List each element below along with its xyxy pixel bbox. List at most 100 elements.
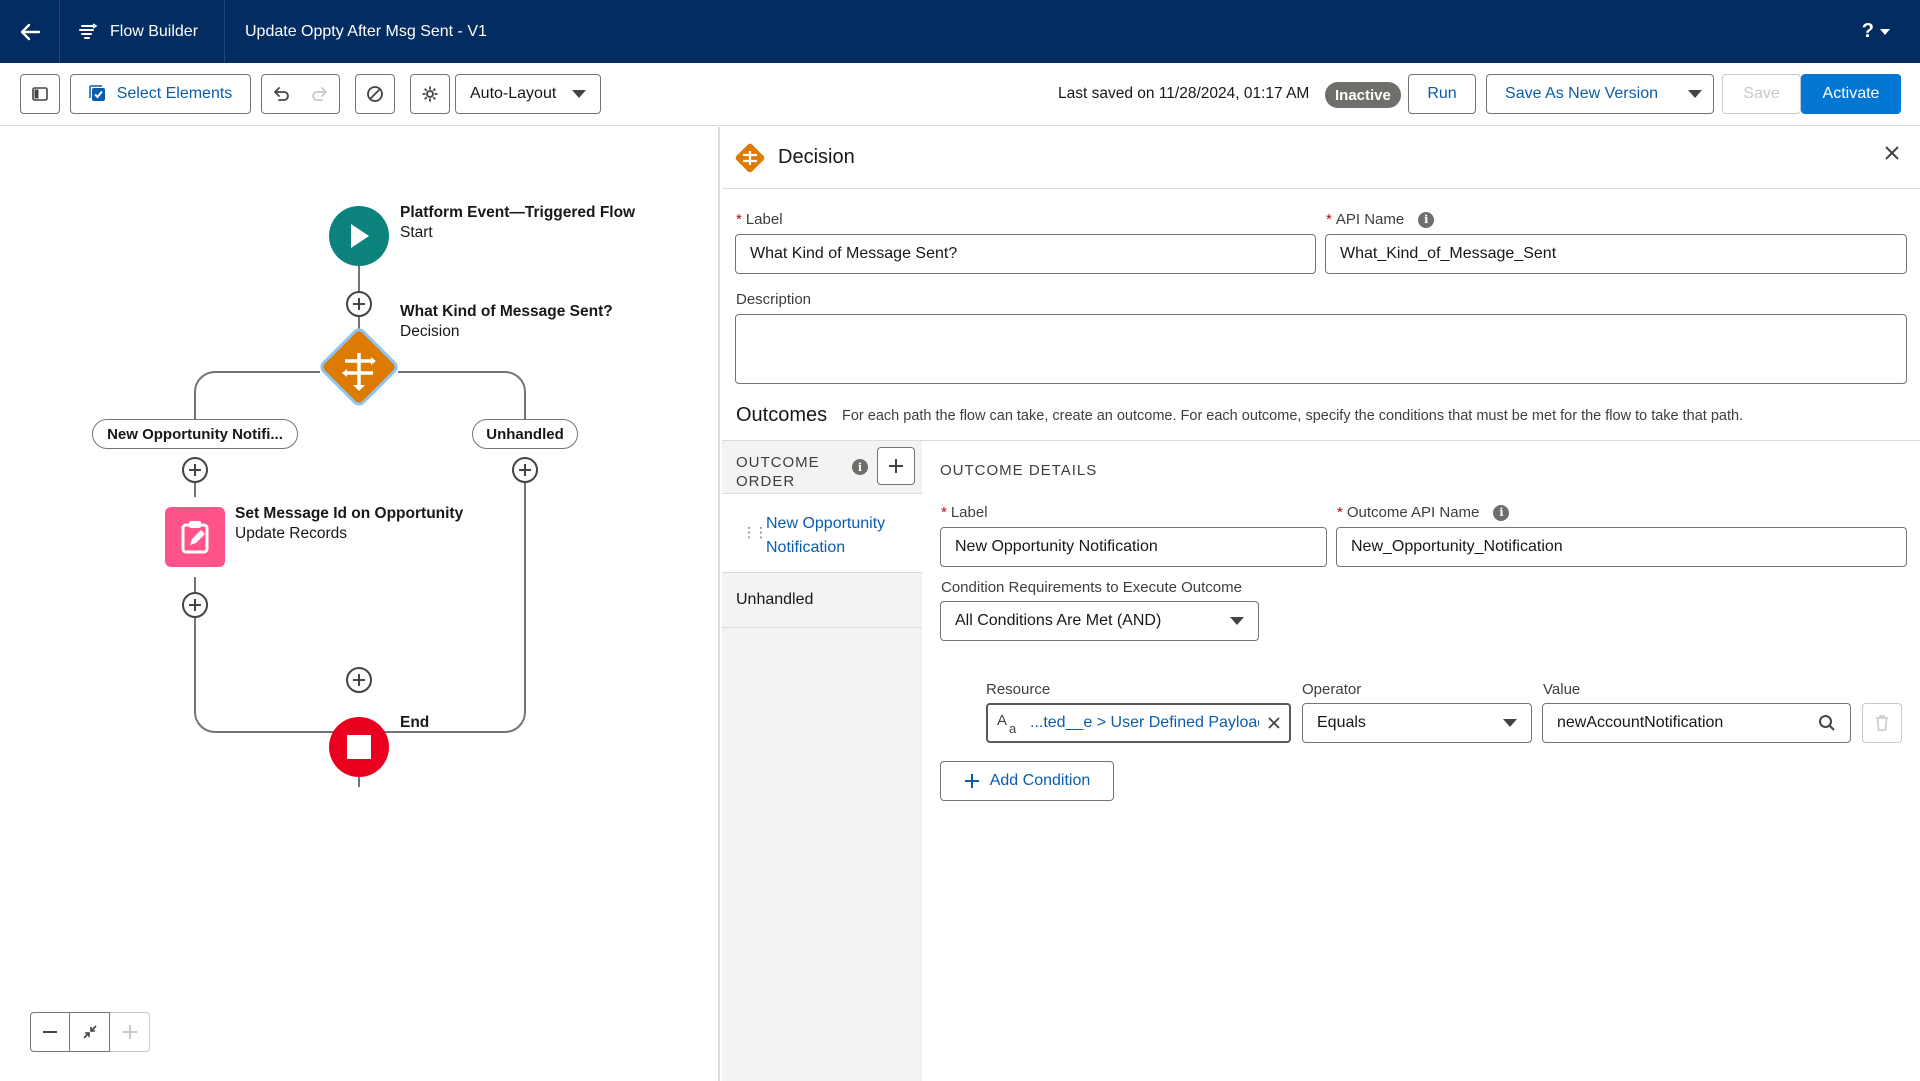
operator-label: Operator xyxy=(1302,681,1362,698)
add-element-icon[interactable] xyxy=(511,456,539,484)
decision-icon xyxy=(735,143,765,172)
outcome-api-name-field-label: * Outcome API Name i xyxy=(1337,504,1510,521)
gear-icon xyxy=(422,86,438,102)
outcome-label-caption: Label xyxy=(950,504,988,521)
info-icon[interactable]: i xyxy=(1493,504,1510,521)
flow-settings-button[interactable] xyxy=(410,74,450,114)
select-elements-label: Select Elements xyxy=(116,85,233,102)
outcome-order-heading-line1: OUTCOME xyxy=(736,454,820,471)
add-outcome-button[interactable] xyxy=(877,447,915,485)
label-field-label: * Label xyxy=(736,211,783,228)
undo-button[interactable] xyxy=(261,74,301,114)
play-icon xyxy=(351,224,369,248)
property-editor-panel: Decision * Label What Kind of Message Sen… xyxy=(722,127,1920,1081)
app-name: Flow Builder xyxy=(110,22,199,40)
zoom-in-button[interactable] xyxy=(110,1012,150,1052)
info-icon[interactable]: i xyxy=(852,459,868,475)
redo-icon xyxy=(311,87,327,101)
clear-icon[interactable] xyxy=(1267,716,1281,730)
description-textarea[interactable] xyxy=(735,314,1907,384)
update-node-title: Set Message Id on Opportunity xyxy=(235,505,464,522)
condition-requirements-label: Condition Requirements to Execute Outcom… xyxy=(941,579,1242,596)
outcome-item-label: New Opportunity Notification xyxy=(766,515,886,556)
flow-connectors xyxy=(194,236,526,787)
label-field-caption: Label xyxy=(745,211,783,228)
add-element-icon[interactable] xyxy=(181,456,209,484)
update-records-icon xyxy=(181,521,209,554)
end-node[interactable] xyxy=(329,717,389,777)
end-node-label: End xyxy=(400,713,429,733)
plus-icon xyxy=(964,774,979,788)
back-button[interactable] xyxy=(0,0,60,63)
fit-view-button[interactable] xyxy=(70,1012,110,1052)
last-saved-text: Last saved on 11/28/2024, 01:17 AM xyxy=(1058,85,1310,102)
end-node-title: End xyxy=(400,714,430,731)
required-marker: * xyxy=(1337,504,1343,521)
panel-toggle-icon xyxy=(32,87,48,101)
add-element-icon[interactable] xyxy=(181,591,209,619)
svg-text:A: A xyxy=(997,712,1007,729)
decision-node-label: What Kind of Message Sent? Decision xyxy=(400,302,613,342)
api-name-input[interactable]: What_Kind_of_Message_Sent xyxy=(1325,234,1907,274)
api-name-field-label: * API Name i xyxy=(1326,211,1435,228)
value-value: newAccountNotification xyxy=(1557,714,1724,731)
outcome-item-new-opportunity[interactable]: ⋮⋮ New Opportunity Notification xyxy=(722,493,922,573)
outcome-label-input[interactable]: New Opportunity Notification xyxy=(940,527,1327,567)
branch-label-new-opportunity[interactable]: New Opportunity Notifi... xyxy=(92,419,298,449)
branch-label-unhandled[interactable]: Unhandled xyxy=(472,419,578,449)
resource-value: ...ted__e > User Defined Payload xyxy=(1030,714,1259,731)
redo-button[interactable] xyxy=(300,74,340,114)
info-icon[interactable]: i xyxy=(1418,211,1435,228)
condition-requirements-select[interactable]: All Conditions Are Met (AND) xyxy=(940,601,1259,641)
toggle-toolbox-button[interactable] xyxy=(20,74,60,114)
no-entry-icon xyxy=(367,86,383,102)
start-node[interactable] xyxy=(329,206,389,266)
save-options-dropdown[interactable] xyxy=(1676,74,1714,114)
resource-combobox[interactable]: A a ...ted__e > User Defined Payload xyxy=(986,703,1291,743)
chevron-down-icon xyxy=(1880,28,1890,35)
decision-node-subtitle: Decision xyxy=(400,323,460,340)
value-input[interactable]: newAccountNotification xyxy=(1542,703,1851,743)
help-icon: ? xyxy=(1861,20,1874,42)
search-icon xyxy=(1819,715,1835,731)
help-menu[interactable]: ? xyxy=(1862,0,1890,63)
activate-button[interactable]: Activate xyxy=(1801,74,1901,114)
save-button[interactable]: Save xyxy=(1722,74,1801,114)
plus-icon xyxy=(889,459,903,473)
required-marker: * xyxy=(1326,211,1332,228)
label-input[interactable]: What Kind of Message Sent? xyxy=(735,234,1316,274)
outcome-item-unhandled[interactable]: Unhandled xyxy=(722,573,922,628)
outcome-api-name-input[interactable]: New_Opportunity_Notification xyxy=(1336,527,1907,567)
decision-node[interactable] xyxy=(315,323,403,411)
decision-diamond-icon xyxy=(320,328,398,406)
close-icon[interactable] xyxy=(1884,145,1900,161)
value-label: Value xyxy=(1543,681,1581,698)
update-node-subtitle: Update Records xyxy=(235,525,348,542)
add-condition-button[interactable]: Add Condition xyxy=(940,761,1114,801)
minus-icon xyxy=(43,1031,57,1033)
drag-handle-icon[interactable]: ⋮⋮ xyxy=(742,524,768,541)
panel-header: Decision xyxy=(722,127,1920,189)
svg-text:a: a xyxy=(1009,721,1017,735)
run-button[interactable]: Run xyxy=(1408,74,1476,114)
delete-condition-button[interactable] xyxy=(1862,703,1902,743)
update-records-node[interactable] xyxy=(165,507,225,567)
trash-icon xyxy=(1876,715,1888,731)
add-condition-label: Add Condition xyxy=(989,772,1091,789)
save-as-new-version-button[interactable]: Save As New Version xyxy=(1486,74,1677,114)
debug-stop-button[interactable] xyxy=(355,74,395,114)
start-node-subtitle: Start xyxy=(400,224,433,241)
layout-mode-select[interactable]: Auto-Layout xyxy=(455,74,601,114)
zoom-out-button[interactable] xyxy=(30,1012,70,1052)
required-marker: * xyxy=(736,211,742,228)
flow-canvas[interactable]: Platform Event—Triggered Flow Start What… xyxy=(0,127,720,1081)
outcome-order-heading-line2: ORDER xyxy=(736,473,796,490)
operator-select[interactable]: Equals xyxy=(1302,703,1532,743)
app-title: Flow Builder xyxy=(60,0,225,63)
select-elements-button[interactable]: Select Elements xyxy=(70,74,251,114)
outcome-api-name-caption: Outcome API Name xyxy=(1346,504,1480,521)
api-name-caption: API Name xyxy=(1335,211,1405,228)
add-element-icon[interactable] xyxy=(345,666,373,694)
add-element-icon[interactable] xyxy=(345,290,373,318)
divider xyxy=(922,440,1920,441)
